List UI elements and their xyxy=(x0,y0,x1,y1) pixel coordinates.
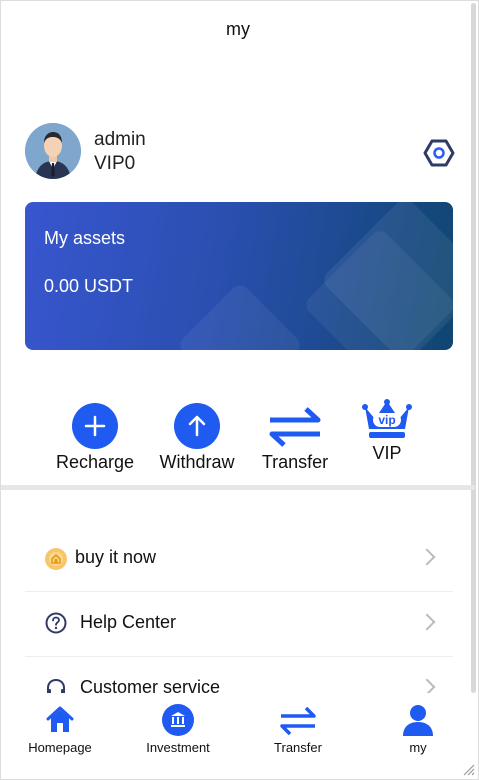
vip-level: VIP0 xyxy=(94,153,136,174)
vip-label: VIP xyxy=(372,443,402,463)
card-decoration xyxy=(176,281,304,350)
recharge-button[interactable]: Recharge xyxy=(45,399,145,477)
tab-transfer[interactable]: Transfer xyxy=(239,693,357,765)
username: admin xyxy=(94,129,146,150)
resize-grip-icon[interactable] xyxy=(461,762,475,776)
settings-hexagon-icon[interactable] xyxy=(423,137,455,169)
transfer-label: Transfer xyxy=(261,452,329,472)
tab-homepage[interactable]: Homepage xyxy=(1,693,119,765)
menu-item-buy-it-now[interactable]: buy it now xyxy=(25,527,453,592)
svg-text:vip: vip xyxy=(378,413,395,427)
tab-investment[interactable]: Investment xyxy=(119,693,237,765)
withdraw-button[interactable]: Withdraw xyxy=(147,399,247,477)
menu-item-help-center[interactable]: Help Center xyxy=(25,592,453,657)
home-icon xyxy=(43,703,77,737)
question-circle-icon xyxy=(45,612,67,634)
vip-button[interactable]: vip VIP xyxy=(337,399,437,477)
assets-title: My assets xyxy=(44,228,126,248)
quick-actions: Recharge Withdraw Transfer vip VIP xyxy=(1,399,475,479)
plus-circle-icon xyxy=(71,402,119,450)
page-title: my xyxy=(226,19,250,39)
tab-my[interactable]: my xyxy=(359,693,477,765)
user-icon xyxy=(401,703,435,737)
coin-icon xyxy=(45,548,67,570)
scrollbar[interactable] xyxy=(471,3,476,693)
menu-item-label: buy it now xyxy=(75,547,157,567)
recharge-label: Recharge xyxy=(55,452,135,472)
avatar[interactable] xyxy=(25,123,81,179)
menu-item-label: Help Center xyxy=(80,612,177,632)
transfer-button[interactable]: Transfer xyxy=(245,399,345,477)
assets-card[interactable]: My assets 0.00 USDT xyxy=(25,202,453,350)
app-window: my admin VIP0 My assets 0.00 USDT Rechar… xyxy=(0,0,479,780)
transfer-arrows-icon xyxy=(268,402,322,450)
chevron-right-icon xyxy=(418,548,436,566)
arrow-up-circle-icon xyxy=(173,402,221,450)
chevron-right-icon xyxy=(418,613,436,631)
vip-crown-icon: vip xyxy=(361,399,413,443)
section-divider xyxy=(1,485,475,490)
transfer-arrows-icon xyxy=(278,703,318,737)
bank-icon xyxy=(161,703,195,737)
tab-label: Investment xyxy=(146,740,210,755)
tab-label: Homepage xyxy=(28,740,92,755)
tab-label: my xyxy=(409,740,427,755)
tab-label: Transfer xyxy=(274,740,322,755)
bottom-tab-bar: Homepage Investment Transfer my xyxy=(1,693,475,765)
profile-section: admin VIP0 xyxy=(25,123,455,181)
withdraw-label: Withdraw xyxy=(159,452,235,472)
assets-balance: 0.00 USDT xyxy=(44,276,134,296)
